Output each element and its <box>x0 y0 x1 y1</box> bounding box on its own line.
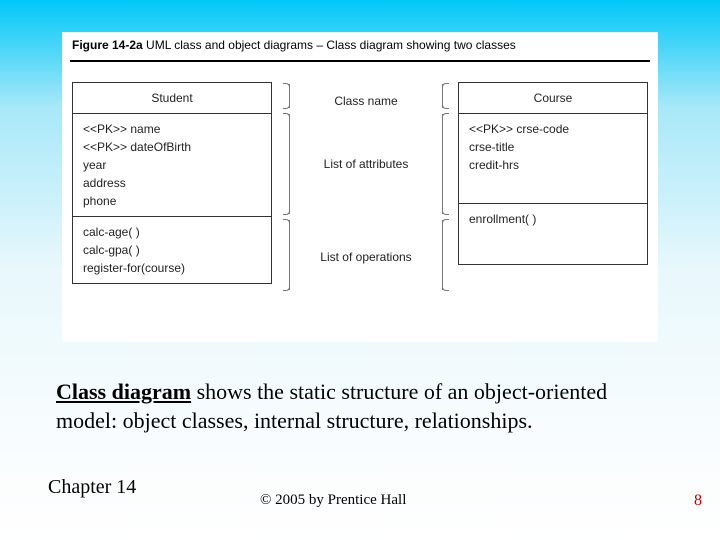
figure-divider <box>70 60 650 62</box>
op-line: calc-age( ) <box>83 223 261 241</box>
uml-class-course: Course <<PK>> crse-code crse-title credi… <box>458 82 648 265</box>
label-list-attributes: List of attributes <box>316 157 416 171</box>
op-line: register-for(course) <box>83 259 261 277</box>
brace-icon <box>280 220 290 290</box>
figure-number: Figure 14-2a <box>72 38 143 52</box>
attr-line: address <box>83 174 261 192</box>
brace-icon <box>280 114 290 214</box>
attr-line: phone <box>83 192 261 210</box>
brace-icon <box>442 220 452 290</box>
class-ops-student: calc-age( ) calc-gpa( ) register-for(cou… <box>73 217 271 283</box>
attr-line: crse-title <box>469 138 637 156</box>
attr-line: <<PK>> crse-code <box>469 120 637 138</box>
footer-copyright: © 2005 by Prentice Hall <box>260 492 406 509</box>
brace-icon <box>280 84 290 108</box>
figure-caption: Figure 14-2a UML class and object diagra… <box>72 38 516 52</box>
label-list-operations: List of operations <box>316 250 416 264</box>
uml-class-student: Student <<PK>> name <<PK>> dateOfBirth y… <box>72 82 272 284</box>
class-attrs-course: <<PK>> crse-code crse-title credit-hrs <box>459 114 647 204</box>
figure-panel: Figure 14-2a UML class and object diagra… <box>62 32 658 342</box>
label-text: List of operations <box>320 250 411 264</box>
class-name-student: Student <box>73 83 271 114</box>
attr-line: credit-hrs <box>469 156 637 174</box>
brace-icon <box>442 84 452 108</box>
definition-term: Class diagram <box>56 379 191 404</box>
class-ops-course: enrollment( ) <box>459 204 647 264</box>
class-attrs-student: <<PK>> name <<PK>> dateOfBirth year addr… <box>73 114 271 217</box>
label-class-name: Class name <box>316 94 416 108</box>
class-name-course: Course <box>459 83 647 114</box>
footer-chapter: Chapter 14 <box>48 476 136 499</box>
attr-line: year <box>83 156 261 174</box>
brace-icon <box>442 114 452 214</box>
figure-title: UML class and object diagrams – Class di… <box>143 38 516 52</box>
footer-page-number: 8 <box>694 492 702 510</box>
attr-line: <<PK>> dateOfBirth <box>83 138 261 156</box>
op-line: calc-gpa( ) <box>83 241 261 259</box>
op-line: enrollment( ) <box>469 210 637 228</box>
label-text: List of attributes <box>324 157 409 171</box>
attr-line: <<PK>> name <box>83 120 261 138</box>
definition-text: Class diagram shows the static structure… <box>56 378 666 435</box>
